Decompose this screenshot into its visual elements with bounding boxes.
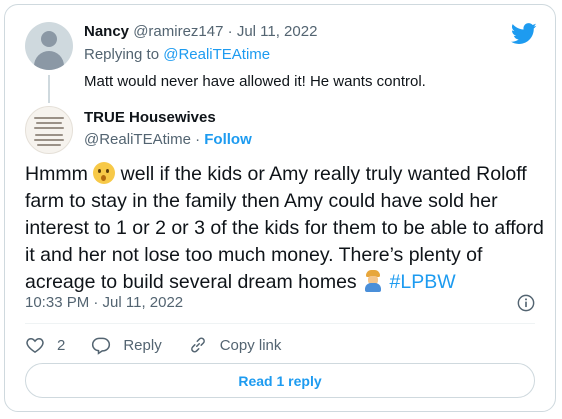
avatar-text-line [34,117,64,119]
twitter-bird-icon[interactable] [511,23,537,45]
divider [25,323,535,324]
reply-label: Reply [123,336,162,354]
copy-link-label: Copy link [219,336,282,354]
avatar-nancy[interactable] [25,22,73,70]
info-icon[interactable] [517,294,535,312]
thinking-face-emoji-icon [93,162,116,184]
action-bar: 2 Reply Copy link [25,332,307,358]
reply-author-row: Nancy @ramirez147 · Jul 11, 2022 [84,23,317,40]
replying-to-prefix: Replying to [84,46,160,63]
reply-date[interactable]: Jul 11, 2022 [237,23,318,40]
like-count: 2 [57,336,66,354]
tweet-timestamp[interactable]: 10:33 PM · Jul 11, 2022 [25,294,183,311]
separator-dot: · [195,131,201,148]
copy-link-button[interactable]: Copy link [188,335,282,355]
heart-icon [26,337,44,353]
replying-to-line: Replying to @RealiTEAtime [84,46,270,63]
reply-author-name[interactable]: Nancy [84,23,129,40]
avatar-text-line [37,144,61,146]
main-tweet-text: Hmmm well if the kids or Amy really trul… [25,161,545,296]
separator-dot: · [227,23,233,40]
avatar-true-housewives[interactable] [25,106,73,154]
default-avatar-head [41,31,57,47]
main-author-name[interactable]: TRUE Housewives [84,109,216,126]
link-icon [190,337,205,353]
avatar-text-line [36,122,62,124]
avatar-text-line [35,134,63,136]
follow-button[interactable]: Follow [204,131,252,148]
farmer-emoji-icon [362,270,384,292]
read-replies-button[interactable]: Read 1 reply [25,363,535,398]
reply-bubble-icon [92,337,111,355]
thread-connector-line [48,75,50,103]
tweet-text-start: Hmmm [25,163,88,185]
hashtag-link[interactable]: #LPBW [390,271,456,293]
reply-button[interactable]: Reply [91,335,162,355]
avatar-text-line [34,127,64,129]
replying-to-handle-link[interactable]: @RealiTEAtime [163,46,270,63]
avatar-text-line [34,139,64,141]
main-author-handle[interactable]: @RealiTEAtime [84,131,191,148]
main-author-handle-row: @RealiTEAtime · Follow [84,131,252,148]
reply-tweet-text: Matt would never have allowed it! He wan… [84,73,426,90]
like-button[interactable]: 2 [25,335,65,355]
default-avatar-shoulders [34,51,64,70]
tweet-card: Nancy @ramirez147 · Jul 11, 2022 Replyin… [4,4,556,412]
reply-author-handle[interactable]: @ramirez147 [133,23,223,40]
